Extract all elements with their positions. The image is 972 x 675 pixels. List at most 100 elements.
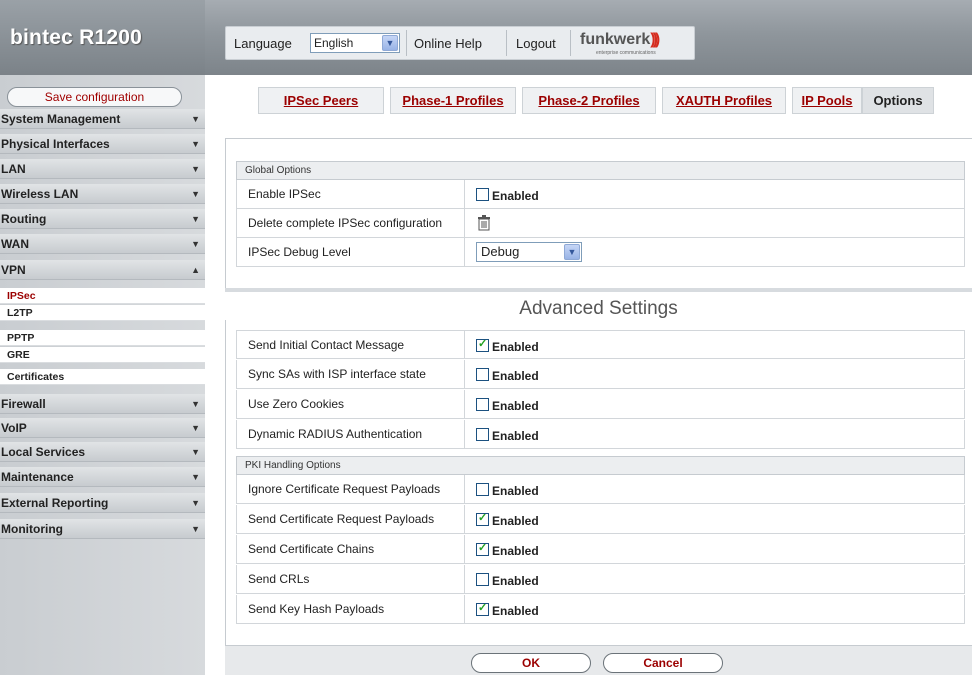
chevron-down-icon: ▼ bbox=[191, 423, 200, 433]
sidebar-item-label: Physical Interfaces bbox=[1, 137, 110, 151]
sidebar-item-routing[interactable]: Routing ▼ bbox=[0, 209, 205, 229]
sidebar-item-vpn[interactable]: VPN ▲ bbox=[0, 260, 205, 280]
app-title: bintec R1200 bbox=[10, 26, 142, 49]
checkbox-label: Enabled bbox=[492, 340, 539, 354]
advanced-settings-title: Advanced Settings bbox=[519, 298, 678, 319]
sidebar-item-system-management[interactable]: System Management ▼ bbox=[0, 109, 205, 129]
sidebar-subitem-ipsec[interactable]: IPSec bbox=[0, 288, 205, 304]
logo-word: funkwerk bbox=[580, 31, 651, 48]
send-crls-checkbox[interactable] bbox=[476, 573, 489, 586]
online-help-link[interactable]: Online Help bbox=[414, 36, 482, 51]
sidebar-subitem-l2tp[interactable]: L2TP bbox=[0, 305, 205, 321]
column-divider bbox=[464, 565, 465, 593]
send-cert-chains-checkbox[interactable]: ✓ bbox=[476, 542, 489, 556]
row-ipsec-debug-level: IPSec Debug Level Debug ▼ bbox=[236, 238, 965, 267]
sync-sas-checkbox[interactable] bbox=[476, 368, 489, 381]
checkbox-label: Enabled bbox=[492, 399, 539, 413]
row-enable-ipsec: Enable IPSec Enabled bbox=[236, 180, 965, 209]
header-bar: bintec R1200 Language English ▼ Online H… bbox=[0, 0, 972, 75]
sidebar-item-voip[interactable]: VoIP ▼ bbox=[0, 418, 205, 438]
sidebar-item-label: VPN bbox=[1, 263, 26, 277]
row-use-zero-cookies: Use Zero Cookies Enabled bbox=[236, 390, 965, 419]
row-sync-sas: Sync SAs with ISP interface state Enable… bbox=[236, 360, 965, 389]
sidebar-item-monitoring[interactable]: Monitoring ▼ bbox=[0, 519, 205, 539]
form-footer: OK Cancel bbox=[225, 645, 972, 675]
sidebar-item-external-reporting[interactable]: External Reporting ▼ bbox=[0, 493, 205, 513]
dynamic-radius-checkbox[interactable] bbox=[476, 428, 489, 441]
toolbar-divider bbox=[506, 30, 507, 56]
column-divider bbox=[464, 505, 465, 533]
sidebar-item-label: System Management bbox=[1, 112, 121, 126]
checkmark-icon: ✓ bbox=[478, 512, 488, 524]
logo-subtext: enterprise communications bbox=[596, 50, 656, 56]
sidebar-item-wan[interactable]: WAN ▼ bbox=[0, 234, 205, 254]
sidebar-subitem-gre[interactable]: GRE bbox=[0, 347, 205, 363]
tab-phase1-profiles[interactable]: Phase-1 Profiles bbox=[390, 87, 516, 114]
sidebar-item-lan[interactable]: LAN ▼ bbox=[0, 159, 205, 179]
chevron-up-icon: ▲ bbox=[191, 265, 200, 275]
sidebar-item-label: Local Services bbox=[1, 445, 86, 459]
chevron-down-icon: ▼ bbox=[191, 214, 200, 224]
chevron-down-icon[interactable]: ▼ bbox=[564, 244, 580, 260]
column-divider bbox=[464, 331, 465, 359]
sidebar-item-label: Routing bbox=[1, 212, 47, 226]
sidebar-item-wireless-lan[interactable]: Wireless LAN ▼ bbox=[0, 184, 205, 204]
sidebar-item-firewall[interactable]: Firewall ▼ bbox=[0, 394, 205, 414]
checkbox-label: Enabled bbox=[492, 604, 539, 618]
row-delete-ipsec-config: Delete complete IPSec configuration bbox=[236, 209, 965, 238]
send-key-hash-checkbox[interactable]: ✓ bbox=[476, 602, 489, 616]
funkwerk-logo: funkwerk))) enterprise communications bbox=[580, 31, 660, 56]
tab-ip-pools[interactable]: IP Pools bbox=[792, 87, 862, 114]
row-label: Enable IPSec bbox=[248, 187, 321, 201]
send-cert-request-checkbox[interactable]: ✓ bbox=[476, 512, 489, 526]
tab-phase2-profiles[interactable]: Phase-2 Profiles bbox=[522, 87, 656, 114]
row-label: IPSec Debug Level bbox=[248, 245, 351, 259]
enable-ipsec-checkbox[interactable] bbox=[476, 188, 489, 201]
sidebar-item-label: Maintenance bbox=[1, 470, 74, 484]
tab-options[interactable]: Options bbox=[862, 87, 934, 114]
chevron-down-icon: ▼ bbox=[191, 524, 200, 534]
tab-ipsec-peers[interactable]: IPSec Peers bbox=[258, 87, 384, 114]
column-divider bbox=[464, 360, 465, 388]
row-label: Use Zero Cookies bbox=[248, 397, 345, 411]
ignore-cert-request-checkbox[interactable] bbox=[476, 483, 489, 496]
sidebar-item-label: Monitoring bbox=[1, 522, 63, 536]
column-divider bbox=[464, 238, 465, 266]
sidebar-item-label: Firewall bbox=[1, 397, 46, 411]
chevron-down-icon[interactable]: ▼ bbox=[382, 35, 398, 51]
row-dynamic-radius: Dynamic RADIUS Authentication Enabled bbox=[236, 420, 965, 449]
chevron-down-icon: ▼ bbox=[191, 399, 200, 409]
logout-link[interactable]: Logout bbox=[516, 36, 556, 51]
tab-xauth-profiles[interactable]: XAUTH Profiles bbox=[662, 87, 786, 114]
chevron-down-icon: ▼ bbox=[191, 114, 200, 124]
brand-area: bintec R1200 bbox=[0, 0, 205, 75]
chevron-down-icon: ▼ bbox=[191, 164, 200, 174]
toolbar-divider bbox=[570, 30, 571, 56]
row-label: Dynamic RADIUS Authentication bbox=[248, 427, 423, 441]
row-label: Send Certificate Chains bbox=[248, 542, 375, 556]
top-toolbar: Language English ▼ Online Help Logout fu… bbox=[225, 26, 695, 60]
send-initial-contact-checkbox[interactable]: ✓ bbox=[476, 338, 489, 352]
save-configuration-button[interactable]: Save configuration bbox=[7, 87, 182, 107]
sidebar-subitem-certificates[interactable]: Certificates bbox=[0, 369, 205, 385]
row-send-key-hash: Send Key Hash Payloads ✓ Enabled bbox=[236, 595, 965, 624]
debug-level-value: Debug bbox=[481, 244, 520, 259]
checkmark-icon: ✓ bbox=[478, 542, 488, 554]
sidebar-item-local-services[interactable]: Local Services ▼ bbox=[0, 442, 205, 462]
column-divider bbox=[464, 209, 465, 237]
language-select[interactable]: English ▼ bbox=[310, 33, 400, 53]
sidebar-item-physical-interfaces[interactable]: Physical Interfaces ▼ bbox=[0, 134, 205, 154]
sidebar-item-maintenance[interactable]: Maintenance ▼ bbox=[0, 467, 205, 487]
chevron-down-icon: ▼ bbox=[191, 239, 200, 249]
section-heading-pki-handling: PKI Handling Options bbox=[236, 456, 965, 475]
checkbox-label: Enabled bbox=[492, 369, 539, 383]
use-zero-cookies-checkbox[interactable] bbox=[476, 398, 489, 411]
checkbox-label: Enabled bbox=[492, 514, 539, 528]
trash-icon[interactable] bbox=[477, 215, 491, 231]
debug-level-select[interactable]: Debug ▼ bbox=[476, 242, 582, 262]
sidebar-subitem-pptp[interactable]: PPTP bbox=[0, 330, 205, 346]
row-ignore-cert-request: Ignore Certificate Request Payloads Enab… bbox=[236, 475, 965, 504]
language-label: Language bbox=[234, 36, 292, 51]
cancel-button[interactable]: Cancel bbox=[603, 653, 723, 673]
ok-button[interactable]: OK bbox=[471, 653, 591, 673]
